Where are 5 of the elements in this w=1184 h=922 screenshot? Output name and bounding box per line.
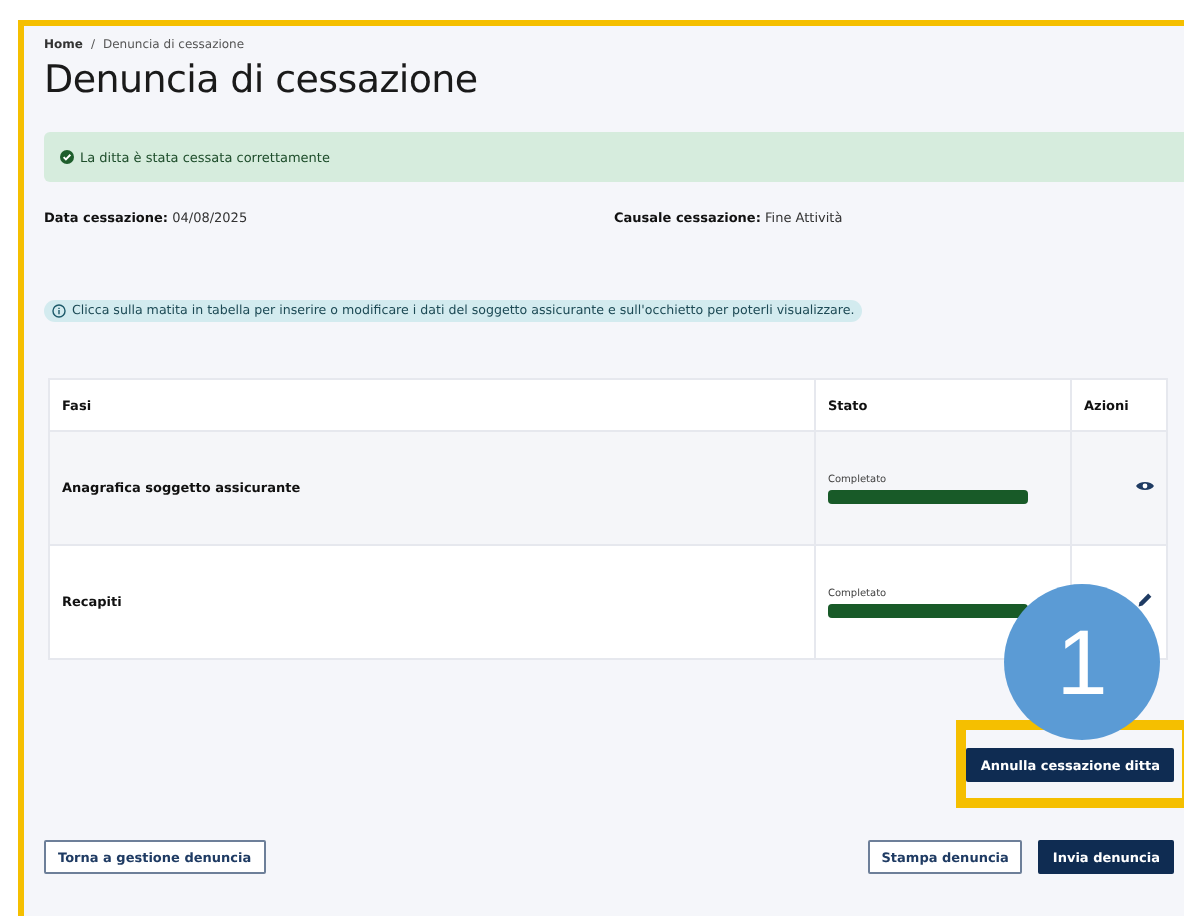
page-title: Denuncia di cessazione — [44, 58, 480, 102]
check-circle-icon — [60, 150, 74, 164]
info-icon — [52, 304, 66, 318]
pencil-icon[interactable] — [1136, 592, 1154, 608]
eye-icon[interactable] — [1136, 478, 1154, 494]
